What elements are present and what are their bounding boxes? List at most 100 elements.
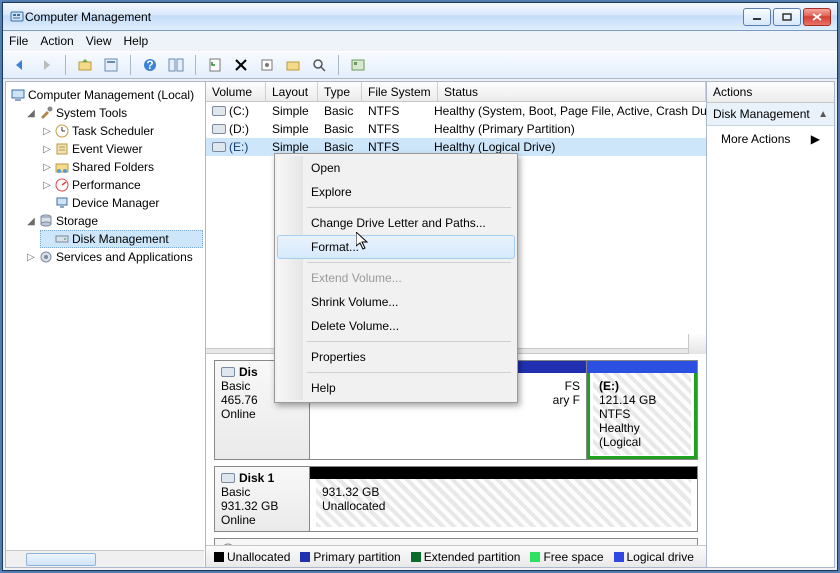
vol-layout: Simple: [266, 122, 318, 136]
disk-name: Dis: [239, 365, 258, 379]
tree-disk-management[interactable]: Disk Management: [40, 230, 203, 248]
titlebar[interactable]: Computer Management: [3, 3, 837, 31]
minimize-button[interactable]: [743, 8, 771, 26]
tools-icon: [38, 105, 54, 121]
volume-row-d[interactable]: (D:) Simple Basic NTFS Healthy (Primary …: [206, 120, 706, 138]
tree-system-tools[interactable]: ◢System Tools: [24, 104, 203, 122]
vol-status: Healthy (Logical Drive): [428, 140, 706, 154]
context-menu-shrink-volume[interactable]: Shrink Volume...: [277, 290, 515, 314]
nav-back-button[interactable]: [9, 54, 31, 76]
refresh-button[interactable]: [204, 54, 226, 76]
window-title: Computer Management: [25, 10, 743, 24]
app-icon: [9, 9, 25, 25]
col-type[interactable]: Type: [318, 82, 362, 101]
context-menu-properties[interactable]: Properties: [277, 345, 515, 369]
actions-more-label: More Actions: [721, 132, 790, 146]
tree-system-tools-label: System Tools: [56, 106, 127, 120]
up-button[interactable]: [74, 54, 96, 76]
vol-status: Healthy (System, Boot, Page File, Active…: [428, 104, 706, 118]
tree-pane[interactable]: Computer Management (Local) ◢System Tool…: [6, 82, 206, 567]
partition-block-e[interactable]: (E:) 121.14 GB NTFS Healthy (Logical: [587, 361, 697, 459]
svg-text:?: ?: [146, 58, 153, 72]
tree-scrollbar[interactable]: [6, 550, 204, 567]
drive-icon: [212, 124, 226, 134]
disk-icon: [221, 473, 235, 483]
volume-row-c[interactable]: (C:) Simple Basic NTFS Healthy (System, …: [206, 102, 706, 120]
partition-block-unallocated[interactable]: 931.32 GB Unallocated: [310, 467, 697, 531]
menu-file[interactable]: File: [9, 34, 28, 48]
rescan-button[interactable]: [308, 54, 330, 76]
vol-type: Basic: [318, 104, 362, 118]
disk-name: Disk 1: [239, 471, 274, 485]
tree-services-apps[interactable]: ▷Services and Applications: [24, 248, 203, 266]
clock-icon: [54, 123, 70, 139]
col-fs[interactable]: File System: [362, 82, 438, 101]
tree-event-viewer[interactable]: ▷Event Viewer: [40, 140, 203, 158]
col-layout[interactable]: Layout: [266, 82, 318, 101]
settings-button[interactable]: [256, 54, 278, 76]
toolbar: ?: [3, 51, 837, 79]
legend-logical: Logical drive: [627, 550, 694, 564]
block-status: Unallocated: [322, 499, 685, 513]
disk-1-label[interactable]: Disk 1 Basic 931.32 GB Online: [215, 467, 310, 531]
col-volume[interactable]: Volume: [206, 82, 266, 101]
maximize-button[interactable]: [773, 8, 801, 26]
block-status: Healthy (Logical: [599, 421, 685, 449]
tree-root-label: Computer Management (Local): [28, 88, 194, 102]
tree-task-scheduler[interactable]: ▷Task Scheduler: [40, 122, 203, 140]
context-menu-change-drive-letter[interactable]: Change Drive Letter and Paths...: [277, 211, 515, 235]
actions-section-disk-management[interactable]: Disk Management ▲: [707, 103, 834, 126]
vol-fs: NTFS: [362, 122, 428, 136]
menu-view[interactable]: View: [86, 34, 112, 48]
drive-icon: [212, 106, 226, 116]
chevron-right-icon: ▶: [811, 132, 820, 146]
tree-storage[interactable]: ◢Storage: [24, 212, 203, 230]
disk-status: Online: [221, 407, 303, 421]
cdrom-row: CD-ROM 0 DVD (Z:): [214, 538, 698, 546]
context-menu-open[interactable]: Open: [277, 156, 515, 180]
device-icon: [54, 195, 70, 211]
legend-extended: Extended partition: [424, 550, 521, 564]
context-menu-delete-volume[interactable]: Delete Volume...: [277, 314, 515, 338]
menu-help[interactable]: Help: [124, 34, 149, 48]
legend: Unallocated Primary partition Extended p…: [206, 545, 706, 567]
tree-shared-folders[interactable]: ▷Shared Folders: [40, 158, 203, 176]
actions-section-label: Disk Management: [713, 107, 810, 121]
menu-action[interactable]: Action: [40, 34, 73, 48]
vol-layout: Simple: [266, 140, 318, 154]
tree-device-manager[interactable]: Device Manager: [40, 194, 203, 212]
properties-button[interactable]: [100, 54, 122, 76]
context-menu-format[interactable]: Format...: [277, 235, 515, 259]
context-menu-help[interactable]: Help: [277, 376, 515, 400]
tree-storage-label: Storage: [56, 214, 98, 228]
action-button-3[interactable]: [347, 54, 369, 76]
drive-icon: [212, 142, 226, 152]
context-menu-explore[interactable]: Explore: [277, 180, 515, 204]
col-status[interactable]: Status: [438, 82, 706, 101]
disk-type: Basic: [221, 485, 303, 499]
legend-unalloc: Unallocated: [227, 550, 290, 564]
vol-name: (E:): [229, 140, 248, 154]
tree-shared-folders-label: Shared Folders: [72, 160, 154, 174]
tree-disk-management-label: Disk Management: [72, 232, 169, 246]
tree-performance[interactable]: ▷Performance: [40, 176, 203, 194]
services-icon: [38, 249, 54, 265]
close-button[interactable]: [803, 8, 831, 26]
delete-icon[interactable]: [230, 54, 252, 76]
block-size: 931.32 GB: [322, 485, 685, 499]
help-button[interactable]: ?: [139, 54, 161, 76]
collapse-arrow-icon: ▲: [818, 109, 828, 120]
menubar: File Action View Help: [3, 31, 837, 51]
tree-root[interactable]: Computer Management (Local): [8, 86, 203, 104]
tree-services-apps-label: Services and Applications: [56, 250, 193, 264]
tree-event-viewer-label: Event Viewer: [72, 142, 142, 156]
show-hide-button[interactable]: [165, 54, 187, 76]
context-menu: Open Explore Change Drive Letter and Pat…: [274, 153, 518, 403]
action-button-2[interactable]: [282, 54, 304, 76]
tree-task-scheduler-label: Task Scheduler: [72, 124, 154, 138]
event-icon: [54, 141, 70, 157]
actions-more[interactable]: More Actions ▶: [707, 126, 834, 152]
legend-free: Free space: [543, 550, 603, 564]
nav-forward-button[interactable]: [35, 54, 57, 76]
tree-device-manager-label: Device Manager: [72, 196, 159, 210]
